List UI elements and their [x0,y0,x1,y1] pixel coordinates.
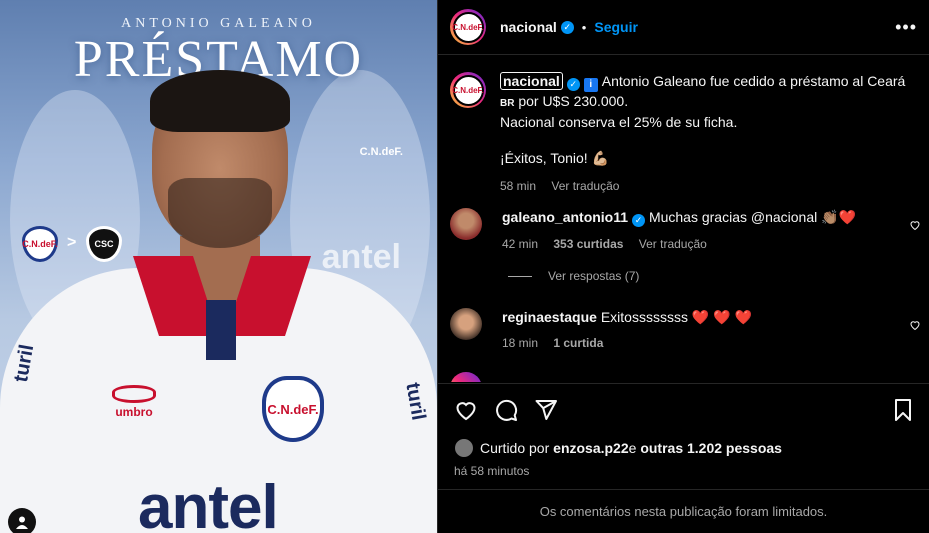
comment-time: 18 min [502,336,539,350]
share-send-icon[interactable] [534,398,558,422]
comment-item: galeano_antonio11 ✓ Muchas gracias @nacio… [438,208,929,253]
caption-avatar-crest: C.N.deF. [452,74,484,106]
follow-button[interactable]: Seguir [594,19,638,35]
comment-bubble-icon[interactable] [494,398,518,422]
caption-translate-link[interactable]: Ver tradução [551,179,619,193]
verified-badge-icon: ✓ [560,20,574,34]
umbro-text: umbro [115,405,153,419]
background-sponsor: antel [321,238,401,276]
verified-badge-icon: ✓ [632,214,646,227]
transfer-arrow: > [67,234,77,251]
comment-avatar[interactable] [450,208,482,240]
save-bookmark-icon[interactable] [891,398,915,422]
comment-avatar[interactable] [450,372,482,382]
post-actions: Curtido por enzosa.p22 e outras 1.202 pe… [438,383,929,478]
view-replies-label: Ver respostas (7) [548,269,640,283]
avatar-crest: C.N.deF. [452,11,484,43]
background-crest-text: C.N.deF. [359,146,403,158]
likes-summary: Curtido por enzosa.p22 e outras 1.202 pe… [454,438,915,458]
umbro-logo: umbro [112,385,156,419]
caption-username[interactable]: nacional [500,72,563,90]
caption-br-flag: BR [500,98,515,109]
player-beard [168,178,272,248]
shirt-sponsor: antel [138,473,279,533]
avatar[interactable]: C.N.deF. [450,9,486,45]
comment-text: Exitossssssss ❤️ ❤️ ❤️ [600,309,752,325]
post-header: C.N.deF. nacional ✓ • Seguir ••• [438,0,929,55]
player-hair [150,70,290,132]
liker-username[interactable]: enzosa.p22 [553,440,628,456]
comments-list[interactable]: C.N.deF. nacional ✓ i Antonio Galeano fue c… [438,56,929,382]
replies-line [508,275,532,277]
post-image[interactable]: ANTONIO GALEANO PRÉSTAMO C.N.deF. antel … [0,0,437,533]
caption-text-line2: por U$S 230.000. [514,93,629,109]
view-replies-button[interactable]: Ver respostas (7) [508,269,639,283]
comment-username[interactable]: galeano_antonio11 [502,209,628,225]
shirt-badge: C.N.deF. [262,376,324,442]
header-username[interactable]: nacional [500,19,557,35]
comment-likes[interactable]: 353 curtidas [553,237,623,251]
caption-text-line4: ¡Éxitos, Tonio! 💪🏼 [500,150,609,166]
caption-avatar[interactable]: C.N.deF. [450,72,486,108]
caption-time: 58 min [500,179,537,193]
comment-likes[interactable]: 1 curtida [553,336,603,350]
verified-badge-icon: ✓ [566,78,580,91]
comment-item: reginaestaque Exitossssssss ❤️ ❤️ ❤️ 18 … [438,308,929,352]
liker-avatar[interactable] [454,438,474,458]
umbro-diamond-icon [112,385,156,403]
comment-like-heart-icon[interactable] [909,219,921,231]
info-icon: i [583,78,598,92]
comment-text: Muchas gracias @nacional 👏🏽❤️ [648,209,856,225]
user-icon [16,516,28,529]
comment-avatar[interactable] [450,308,482,340]
action-icons [454,396,915,424]
caption-text-line3: Nacional conserva el 25% de su ficha. [500,114,738,130]
comment-time: 42 min [502,237,539,251]
caption: C.N.deF. nacional ✓ i Antonio Galeano fue c… [438,72,929,195]
comment-like-heart-icon[interactable] [909,319,921,331]
tagged-users-button[interactable] [8,508,36,533]
like-heart-icon[interactable] [454,398,478,422]
comment-username[interactable]: reginaestaque [502,309,597,325]
instagram-post-view: ANTONIO GALEANO PRÉSTAMO C.N.deF. antel … [0,0,929,533]
comments-limited-notice: Os comentários nesta publicação foram li… [438,489,929,533]
post-side-panel: C.N.deF. nacional ✓ • Seguir ••• C.N.deF… [437,0,929,533]
likes-prefix: Curtido por [480,440,550,456]
shirt-placket [206,300,236,360]
likes-middle: e [628,440,637,456]
header-separator: • [581,19,587,35]
more-options-icon[interactable]: ••• [895,17,917,38]
comment-translate-link[interactable]: Ver tradução [639,237,707,251]
likes-others[interactable]: outras 1.202 pessoas [640,440,782,456]
comment-item-partial [438,372,929,382]
post-time: há 58 minutos [454,464,530,478]
caption-text-line1: Antonio Galeano fue cedido a préstamo al… [601,73,906,89]
